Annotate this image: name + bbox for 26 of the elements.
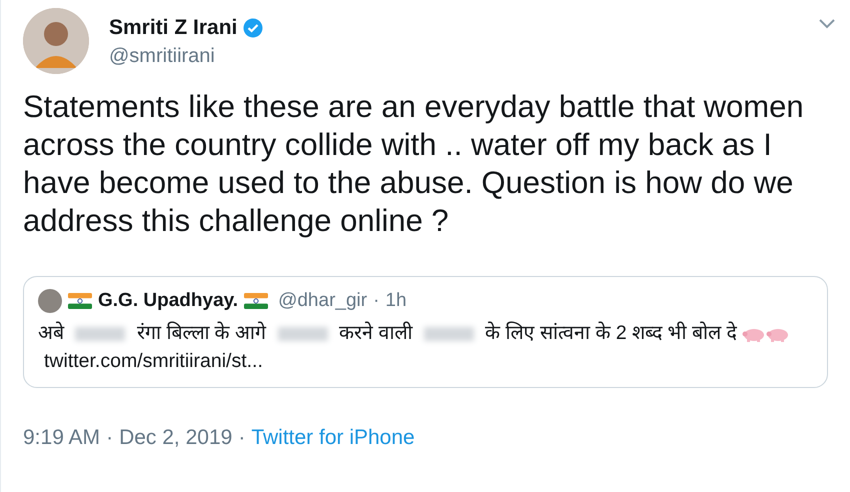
quoted-text: रंगा बिल्ला के आगे — [136, 322, 268, 344]
blurred-word — [424, 326, 474, 341]
separator-dot: · — [238, 426, 246, 450]
quoted-text: करने वाली — [338, 322, 414, 344]
blurred-word — [278, 326, 328, 341]
flag-icon — [244, 293, 268, 309]
tweet-date[interactable]: Dec 2, 2019 — [119, 426, 232, 450]
quoted-avatar — [38, 289, 62, 313]
blurred-word — [75, 326, 126, 341]
separator-dot: · — [373, 290, 380, 312]
chevron-down-icon[interactable] — [818, 18, 836, 30]
quoted-author-name: G.G. Upadhyay. — [98, 290, 238, 312]
separator-dot: · — [106, 426, 114, 450]
avatar[interactable] — [23, 8, 89, 74]
quoted-handle: @dhar_gir — [278, 290, 368, 312]
tweet-time[interactable]: 9:19 AM — [23, 426, 100, 450]
tweet-link[interactable]: twitter.com/smritiirani/st... — [44, 350, 263, 372]
quoted-text: अबे — [38, 322, 66, 344]
author-handle[interactable]: @smritiirani — [109, 45, 798, 68]
quoted-tweet-card[interactable]: G.G. Upadhyay. @dhar_gir · 1h अबे रंगा बिल्ला के आगे करने वाली के लिए सांत्वना के 2 शब्द भी बोल दे twitter.com/smritiirani/st... — [23, 276, 828, 388]
source-link[interactable]: Twitter for iPhone — [251, 426, 415, 450]
author-name[interactable]: Smriti Z Irani — [109, 16, 238, 40]
tweet-text: Statements like these are an everyday battle that women across the country collide with .. water off my back as I have become used to the abuse. Question is how do we address this challenge online ? — [23, 88, 805, 240]
quoted-time: 1h — [385, 290, 407, 312]
flag-icon — [68, 293, 92, 309]
quoted-text: के लिए सांत्वना के 2 शब्द भी बोल दे — [484, 322, 738, 344]
